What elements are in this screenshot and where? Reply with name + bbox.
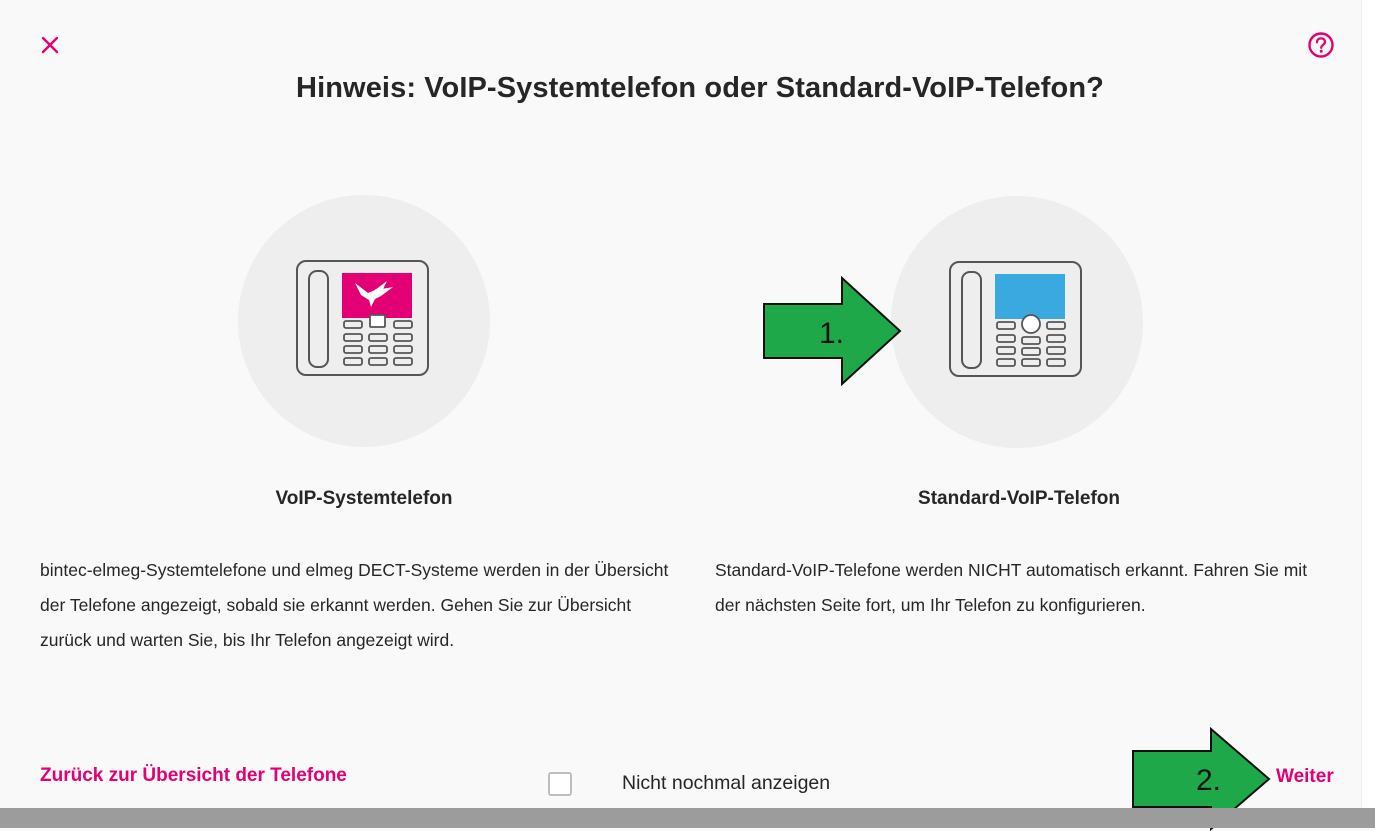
dialog: Hinweis: VoIP-Systemtelefon oder Standar… <box>0 0 1362 831</box>
system-phone-heading: VoIP-Systemtelefon <box>275 488 453 509</box>
callout-label-1: 1. <box>819 317 844 350</box>
standard-phone-heading: Standard-VoIP-Telefon <box>918 488 1120 509</box>
back-to-overview-link[interactable]: Zurück zur Übersicht der Telefone <box>40 765 347 787</box>
standard-phone-option[interactable] <box>891 196 1143 448</box>
standard-phone-icon <box>949 261 1082 377</box>
next-button[interactable]: Weiter <box>1276 766 1334 788</box>
callout-arrow-1: 1. <box>763 276 902 386</box>
callout-label-2: 2. <box>1196 764 1221 797</box>
scrollbar[interactable] <box>1361 0 1375 808</box>
dont-show-again-checkbox[interactable] <box>548 772 572 796</box>
close-button[interactable] <box>40 28 84 72</box>
help-icon <box>1308 32 1334 58</box>
dialog-title: Hinweis: VoIP-Systemtelefon oder Standar… <box>296 72 1104 104</box>
dont-show-again-label: Nicht nochmal anzeigen <box>622 772 831 794</box>
standard-phone-description: Standard-VoIP-Telefone werden NICHT auto… <box>715 560 1308 615</box>
help-button[interactable] <box>1306 30 1336 60</box>
bottom-bar <box>0 808 1375 828</box>
system-phone-icon <box>296 260 429 376</box>
close-icon <box>41 36 59 54</box>
system-phone-option[interactable] <box>238 195 490 447</box>
system-phone-description: bintec-elmeg-Systemtelefone und elmeg DE… <box>40 560 669 650</box>
